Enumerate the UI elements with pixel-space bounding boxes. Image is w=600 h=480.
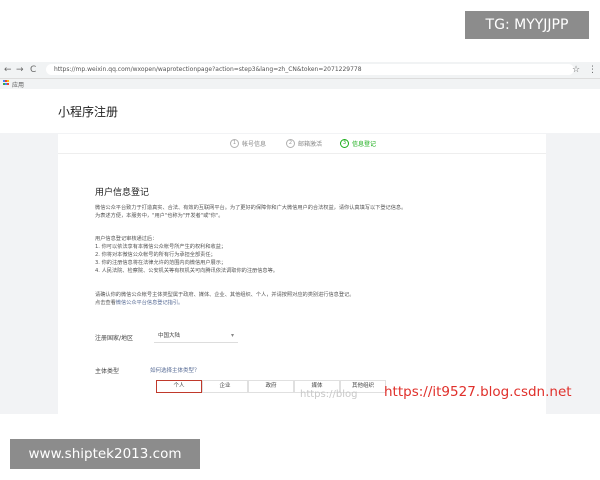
intro-text: 为表述方便，本服务中，"用户"也称为"开发者"或"你"。 bbox=[95, 213, 224, 219]
type-option-individual[interactable]: 个人 bbox=[156, 380, 202, 393]
step-email-activation: 2 邮箱激活 bbox=[286, 139, 322, 148]
region-select[interactable]: 中国大陆 ▾ bbox=[154, 330, 238, 343]
region-value: 中国大陆 bbox=[158, 333, 181, 339]
rule-item: 3. 你的注册信息将在法律允许的范围内向微信用户展示； bbox=[95, 260, 227, 266]
step-number: 2 bbox=[286, 139, 295, 148]
type-label: 主体类型 bbox=[95, 368, 120, 375]
menu-icon[interactable]: ⋮ bbox=[588, 64, 597, 76]
guide-link[interactable]: 微信公众平台信息登记指引。 bbox=[116, 300, 183, 306]
step-indicator: 1 帐号信息 2 邮箱激活 3 信息登记 bbox=[58, 139, 546, 153]
chevron-down-icon: ▾ bbox=[230, 332, 234, 339]
browser-screenshot: ← → C https://mp.weixin.qq.com/wxopen/wa… bbox=[0, 62, 600, 414]
reload-icon[interactable]: C bbox=[30, 64, 36, 76]
page-title: 小程序注册 bbox=[58, 105, 119, 119]
registration-card: 1 帐号信息 2 邮箱激活 3 信息登记 用户信息登记 微信公众平台致力于打造真… bbox=[58, 134, 546, 414]
forward-icon[interactable]: → bbox=[16, 64, 24, 76]
step-label: 信息登记 bbox=[352, 141, 377, 148]
star-icon[interactable]: ☆ bbox=[572, 64, 580, 76]
step-number: 1 bbox=[230, 139, 239, 148]
apps-grid-icon[interactable] bbox=[3, 80, 9, 86]
bookmark-apps-label[interactable]: 应用 bbox=[12, 80, 24, 89]
bookmarks-bar: 应用 bbox=[0, 79, 600, 89]
guide-prefix: 点击查看 bbox=[95, 300, 116, 306]
step-label: 帐号信息 bbox=[242, 141, 267, 148]
section-title: 用户信息登记 bbox=[95, 188, 150, 198]
step-number: 3 bbox=[340, 139, 349, 148]
back-icon[interactable]: ← bbox=[4, 64, 12, 76]
step-label: 邮箱激活 bbox=[298, 141, 323, 148]
divider bbox=[58, 153, 546, 154]
watermark-faint: https://blog bbox=[300, 389, 358, 400]
step-info-registration: 3 信息登记 bbox=[340, 139, 376, 148]
rules-title: 用户信息登记审核通过后： bbox=[95, 236, 158, 242]
watermark-badge-top: TG: MYYJJPP bbox=[465, 11, 589, 39]
watermark-csdn: https://it9527.blog.csdn.net bbox=[384, 384, 572, 400]
intro-text: 微信公众平台致力于打造真实、合法、有效的互联网平台。为了更好的保障你和广大微信用… bbox=[95, 205, 407, 211]
region-label: 注册国家/地区 bbox=[95, 335, 134, 342]
watermark-badge-bottom: www.shiptek2013.com bbox=[10, 439, 200, 469]
step-account-info: 1 帐号信息 bbox=[230, 139, 266, 148]
rule-item: 4. 人民法院、检察院、公安机关等有权机关可向腾讯依法调取你的注册信息等。 bbox=[95, 268, 278, 274]
rule-item: 1. 你可以依法享有本微信公众帐号所产生的权利和收益； bbox=[95, 244, 227, 250]
rule-item: 2. 你将对本微信公众帐号的所有行为承担全部责任； bbox=[95, 252, 216, 258]
address-bar: ← → C https://mp.weixin.qq.com/wxopen/wa… bbox=[0, 62, 600, 79]
type-help-link[interactable]: 如何选择主体类型？ bbox=[150, 366, 200, 374]
type-option-enterprise[interactable]: 企业 bbox=[202, 380, 248, 393]
url-field[interactable]: https://mp.weixin.qq.com/wxopen/waprotec… bbox=[46, 64, 574, 75]
page-header: 小程序注册 bbox=[0, 89, 600, 133]
confirm-text: 请确认你的微信公众帐号主体类型属于政府、媒体、企业、其他组织、个人，并请按照对应… bbox=[95, 292, 355, 298]
guide-text: 点击查看微信公众平台信息登记指引。 bbox=[95, 300, 183, 307]
type-option-government[interactable]: 政府 bbox=[248, 380, 294, 393]
